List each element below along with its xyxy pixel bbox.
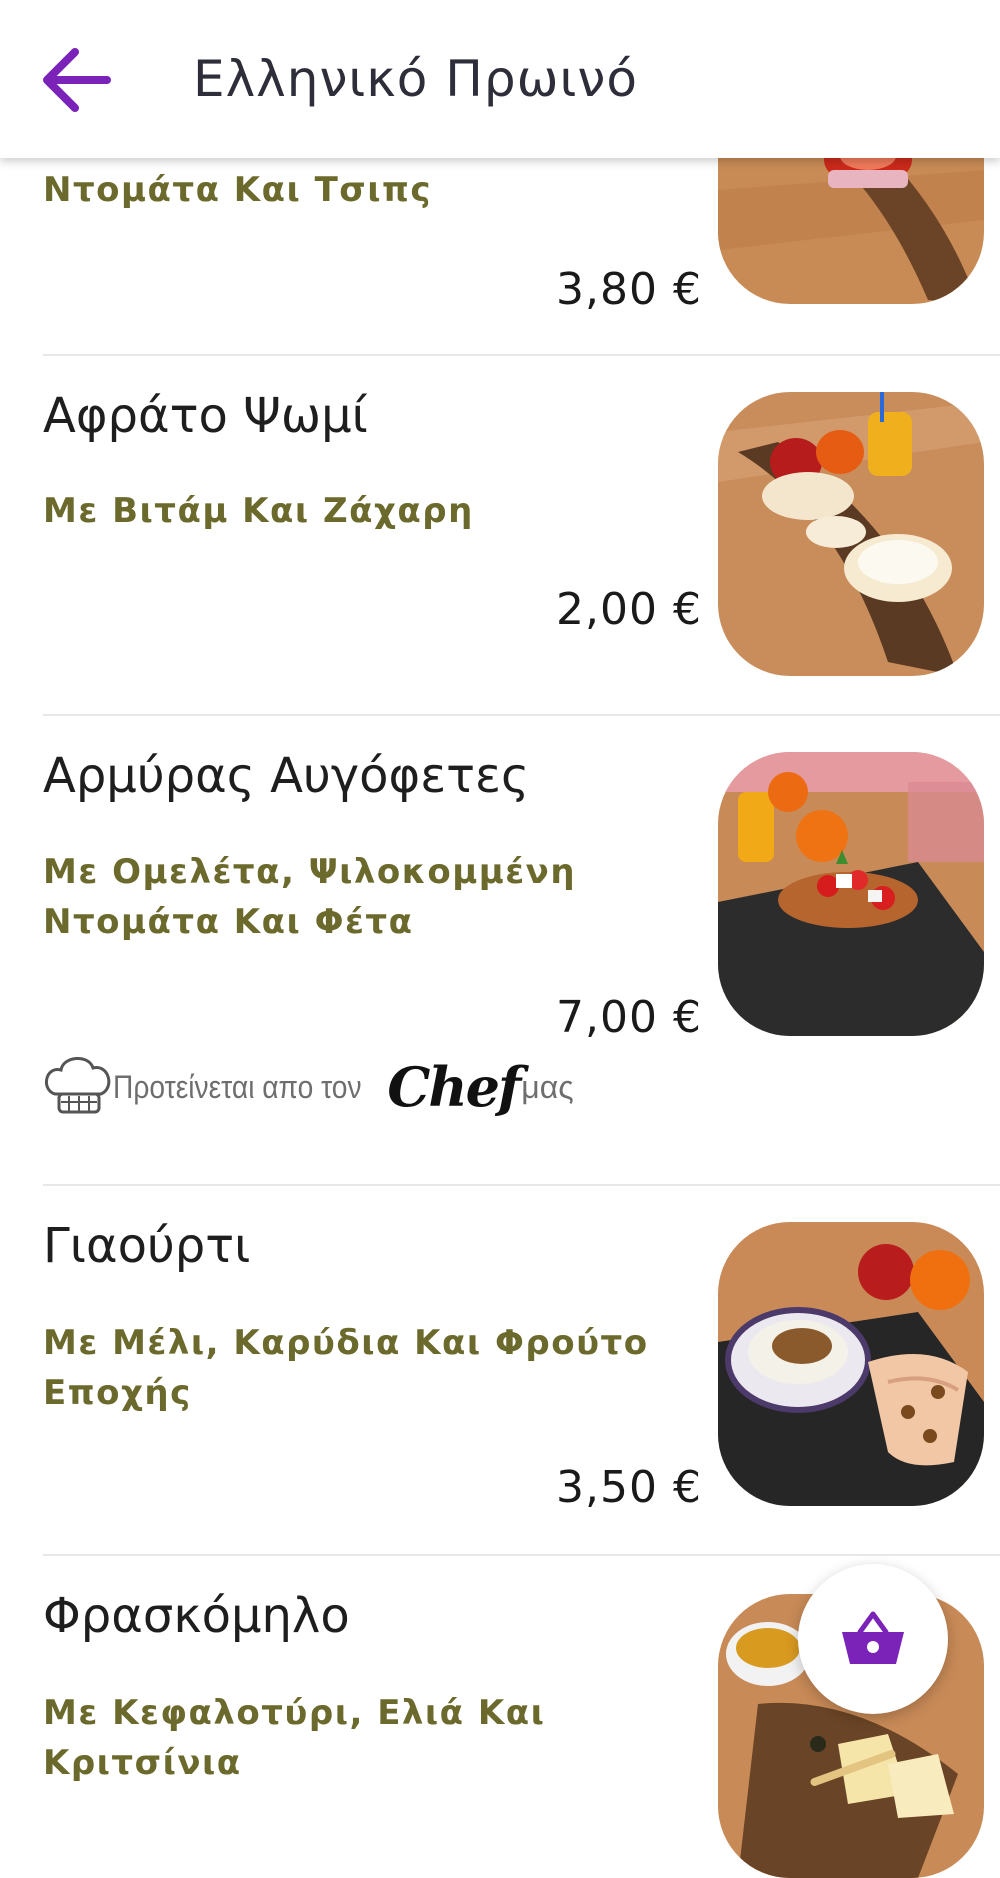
app-bar: Ελληνικό Πρωινό bbox=[0, 0, 1000, 158]
cart-button[interactable] bbox=[798, 1564, 948, 1714]
item-price: 7,00 € bbox=[556, 992, 702, 1043]
arrow-left-icon[interactable] bbox=[41, 44, 113, 116]
item-description: Με Ομελέτα, Ψιλοκομμένη Ντομάτα Και Φέτα bbox=[43, 852, 577, 942]
item-name: Αρμύρας Αυγόφετες bbox=[43, 748, 530, 804]
menu-item[interactable]: Αρμύρας Αυγόφετες Με Ομελέτα, Ψιλοκομμέν… bbox=[0, 716, 1000, 1186]
item-name: Φρασκόμηλο bbox=[43, 1588, 350, 1644]
item-name: Αφράτο Ψωμί bbox=[43, 388, 368, 444]
item-photo[interactable] bbox=[718, 392, 984, 676]
menu-item[interactable]: Γιαούρτι Με Μέλι, Καρύδια Και Φρούτο Επο… bbox=[0, 1186, 1000, 1556]
basket-icon[interactable] bbox=[840, 1610, 906, 1668]
chef-badge-suffix: μας bbox=[521, 1068, 574, 1105]
item-description: Ντομάτα Και Τσιπς bbox=[43, 170, 433, 210]
back-button[interactable] bbox=[36, 36, 118, 124]
menu-item-list[interactable]: Ντομάτα Και Τσιπς 3,80 € Αφράτο Ψωμί Με … bbox=[0, 0, 1000, 1878]
item-name: Γιαούρτι bbox=[43, 1218, 251, 1274]
page-title: Ελληνικό Πρωινό bbox=[193, 50, 638, 108]
chef-recommended-badge: Προτείνεται απο τον Chef μας bbox=[43, 1052, 574, 1122]
item-price: 3,50 € bbox=[556, 1462, 702, 1513]
item-photo[interactable] bbox=[718, 1222, 984, 1506]
item-price: 3,80 € bbox=[556, 264, 702, 315]
item-price: 2,00 € bbox=[556, 584, 702, 635]
item-description: Με Μέλι, Καρύδια Και Φρούτο Εποχής bbox=[43, 1323, 649, 1413]
item-description: Με Βιτάμ Και Ζάχαρη bbox=[43, 491, 474, 531]
menu-item[interactable]: Αφράτο Ψωμί Με Βιτάμ Και Ζάχαρη 2,00 € bbox=[0, 356, 1000, 716]
item-photo[interactable] bbox=[718, 752, 984, 1036]
item-description: Με Κεφαλοτύρι, Ελιά Και Κριτσίνια bbox=[43, 1693, 546, 1783]
chef-badge-script: Chef bbox=[387, 1055, 521, 1119]
chef-badge-text: Προτείνεται απο τον bbox=[113, 1068, 362, 1105]
chef-hat-icon bbox=[43, 1054, 113, 1120]
